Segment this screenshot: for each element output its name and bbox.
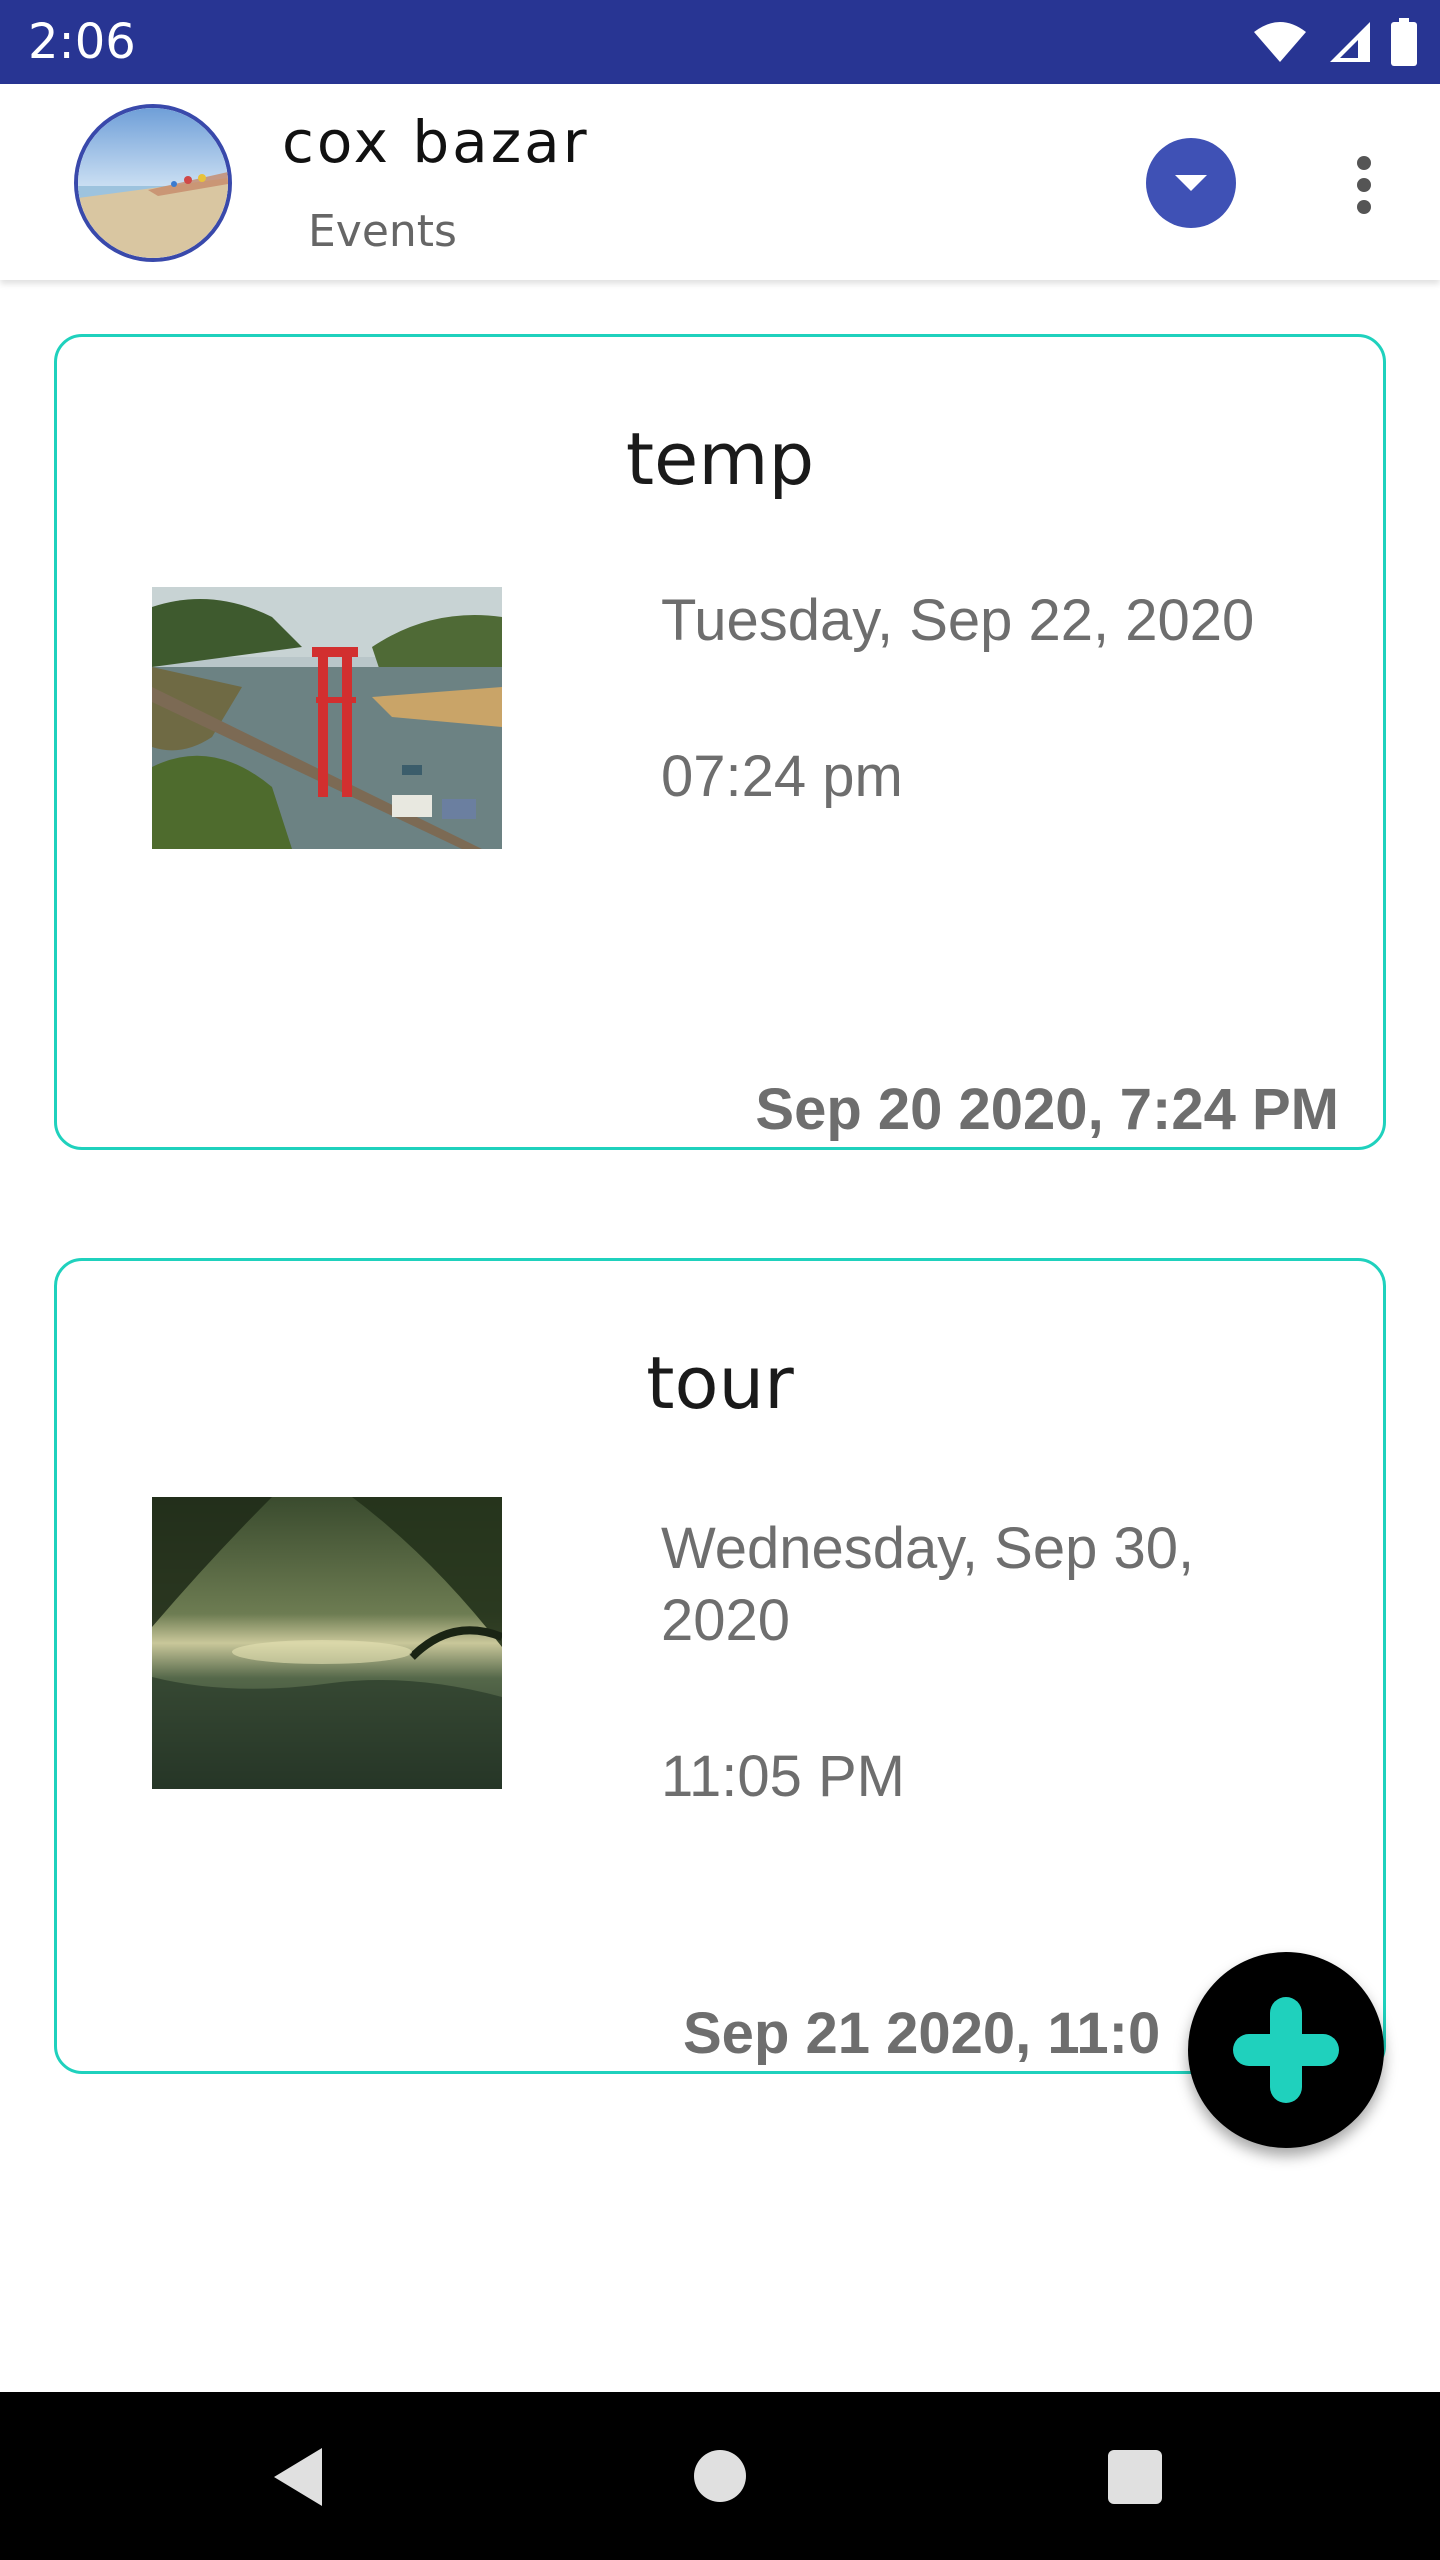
event-date: Wednesday, Sep 30, 2020 bbox=[661, 1516, 1195, 1653]
event-time: 11:05 PM bbox=[661, 1744, 905, 1809]
chevron-down-icon bbox=[1175, 175, 1207, 191]
system-nav-bar bbox=[0, 2392, 1440, 2560]
event-card[interactable]: tour Wednesday, Sep 30, 2020 11:05 PM Se… bbox=[54, 1258, 1386, 2074]
event-title: temp bbox=[625, 417, 815, 501]
event-title: tour bbox=[646, 1341, 794, 1425]
wifi-icon bbox=[1254, 22, 1306, 62]
add-event-button[interactable] bbox=[1188, 1952, 1384, 2148]
page-title: cox bazar bbox=[282, 108, 590, 176]
status-icons bbox=[1252, 18, 1418, 66]
signal-icon bbox=[1330, 22, 1370, 62]
event-image bbox=[152, 1497, 502, 1789]
status-time: 2:06 bbox=[28, 14, 136, 70]
dropdown-button[interactable] bbox=[1146, 138, 1236, 228]
event-time: 07:24 pm bbox=[661, 744, 903, 809]
avatar[interactable] bbox=[74, 104, 232, 262]
battery-icon bbox=[1391, 18, 1417, 66]
home-icon[interactable] bbox=[694, 2450, 746, 2502]
recents-icon[interactable] bbox=[1108, 2450, 1162, 2504]
page-subtitle: Events bbox=[308, 206, 457, 257]
event-created-timestamp: Sep 20 2020, 7:24 PM bbox=[755, 1077, 1339, 1142]
back-icon[interactable] bbox=[270, 2446, 326, 2508]
beach-avatar bbox=[78, 108, 228, 258]
event-image bbox=[152, 587, 502, 849]
event-date: Tuesday, Sep 22, 2020 bbox=[661, 588, 1255, 653]
event-card[interactable]: temp Tuesday, Sep 22, 2020 07:24 pm Sep … bbox=[54, 334, 1386, 1150]
forest-river-photo bbox=[152, 1497, 502, 1789]
more-options-button[interactable] bbox=[1336, 150, 1392, 220]
status-bar: 2:06 bbox=[0, 0, 1440, 84]
bridge-lake-photo bbox=[152, 587, 502, 849]
event-created-timestamp: Sep 21 2020, 11:0 bbox=[683, 2001, 1161, 2066]
app-bar: cox bazar Events bbox=[0, 84, 1440, 280]
plus-icon bbox=[1233, 1997, 1339, 2103]
more-vert-icon bbox=[1357, 156, 1371, 214]
